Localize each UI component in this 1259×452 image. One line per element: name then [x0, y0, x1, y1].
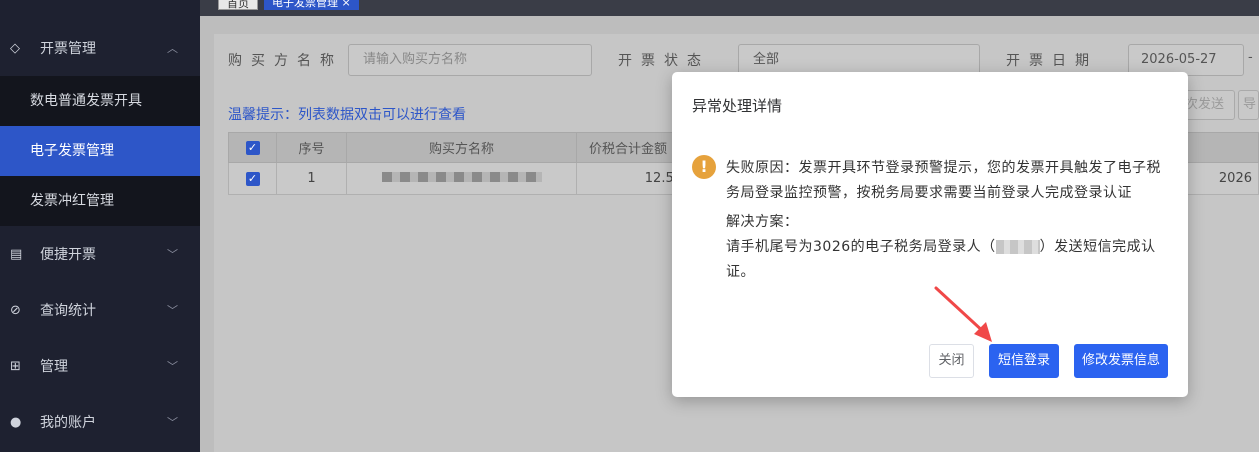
sms-login-button[interactable]: 短信登录: [989, 344, 1059, 378]
row-checkbox[interactable]: ✓: [228, 162, 277, 195]
sidebar: ◇ 开票管理 ︿ 数电普通发票开具 电子发票管理 发票冲红管理 ▤ 便捷开票 ﹀…: [0, 0, 200, 452]
close-button[interactable]: 关闭: [929, 344, 974, 378]
sidebar-group-label: 我的账户: [40, 415, 96, 431]
chevron-down-icon: ﹀: [167, 304, 178, 317]
buyer-name-input[interactable]: 请输入购买方名称: [348, 44, 592, 76]
sidebar-group-label: 便捷开票: [40, 247, 96, 263]
tab-bar: 首页 电子发票管理 ×: [200, 0, 1259, 16]
tag-icon: ◇: [10, 40, 20, 56]
solution-prefix: 请手机尾号为3026的电子税务局登录人（: [726, 239, 996, 255]
exception-detail-dialog: 异常处理详情 ! 失败原因：发票开具环节登录预警提示，您的发票开具触发了电子税务…: [672, 72, 1188, 397]
buyer-name-label: 购买方名称: [228, 53, 343, 69]
date-label: 开票日期: [1006, 53, 1098, 69]
header-buyer: 购买方名称: [346, 132, 577, 163]
warning-icon: !: [692, 155, 716, 179]
solution-text: 请手机尾号为3026的电子税务局登录人（ ）发送短信完成认证。: [726, 235, 1166, 285]
user-icon: ●: [10, 414, 22, 430]
chevron-up-icon: ︿: [167, 42, 178, 55]
sidebar-group-quick-invoice[interactable]: ▤ 便捷开票 ﹀: [0, 226, 200, 282]
sidebar-group-label: 管理: [40, 359, 68, 375]
failure-reason: 失败原因：发票开具环节登录预警提示，您的发票开具触发了电子税务局登录监控预警，按…: [726, 160, 1161, 201]
dialog-title: 异常处理详情: [692, 97, 783, 115]
sidebar-group-account[interactable]: ● 我的账户 ﹀: [0, 394, 200, 450]
sidebar-item-red-invoice[interactable]: 发票冲红管理: [0, 176, 200, 226]
status-value: 全部: [753, 52, 780, 67]
edit-invoice-button[interactable]: 修改发票信息: [1074, 344, 1168, 378]
red-arrow-annotation: [934, 286, 992, 342]
export-button[interactable]: 导: [1238, 90, 1259, 120]
chevron-down-icon: ﹀: [167, 360, 178, 373]
sidebar-item-einvoice-management[interactable]: 电子发票管理: [0, 126, 200, 176]
row-buyer-redacted: [346, 162, 577, 195]
header-index: 序号: [276, 132, 347, 163]
chevron-down-icon: ﹀: [167, 416, 178, 429]
sidebar-group-label: 开票管理: [40, 41, 96, 57]
chevron-down-icon: ﹀: [167, 248, 178, 261]
dialog-body: 失败原因：发票开具环节登录预警提示，您的发票开具触发了电子税务局登录监控预警，按…: [726, 156, 1166, 285]
sidebar-group-invoicing[interactable]: ◇ 开票管理 ︿: [0, 20, 200, 76]
sidebar-item-digital-invoice[interactable]: 数电普通发票开具: [0, 76, 200, 126]
tip-text: 温馨提示：列表数据双击可以进行查看: [228, 107, 466, 123]
select-all-checkbox[interactable]: ✓: [228, 132, 277, 163]
search-icon: ⊘: [10, 302, 21, 318]
grid-icon: ⊞: [10, 358, 21, 374]
document-icon: ▤: [10, 246, 23, 262]
sidebar-group-management[interactable]: ⊞ 管理 ﹀: [0, 338, 200, 394]
status-label: 开票状态: [618, 53, 710, 69]
solution-label: 解决方案：: [726, 214, 799, 230]
tab-home[interactable]: 首页: [218, 0, 258, 10]
date-separator: -: [1248, 50, 1253, 65]
sidebar-group-label: 查询统计: [40, 303, 96, 319]
redacted-name: [995, 240, 1040, 254]
row-index: 1: [276, 162, 347, 195]
tab-current[interactable]: 电子发票管理 ×: [264, 0, 359, 10]
sidebar-group-query[interactable]: ⊘ 查询统计 ﹀: [0, 282, 200, 338]
